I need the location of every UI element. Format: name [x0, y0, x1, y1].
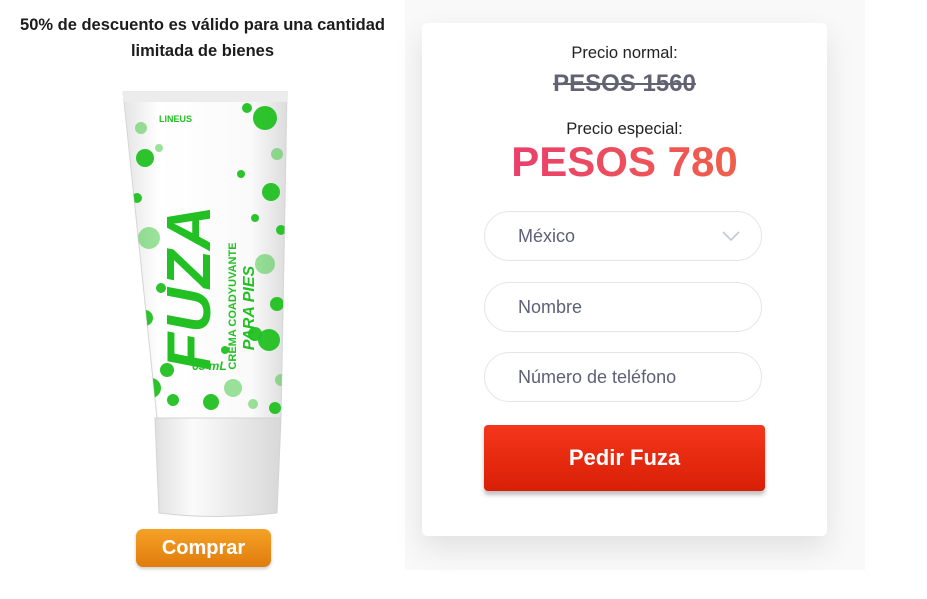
name-input[interactable] [484, 282, 762, 332]
buy-button[interactable]: Comprar [136, 529, 271, 567]
product-image: FUZA CREMA COADYUVANTE PARA PIES LINEUS … [115, 88, 295, 518]
bubble-decoration [253, 106, 277, 130]
order-card: Precio normal: PESOS 1560 Precio especia… [422, 23, 827, 536]
special-price: PESOS 780 [422, 138, 827, 186]
bubble-decoration [137, 310, 153, 326]
bubble-decoration [167, 394, 179, 406]
bubble-decoration [242, 103, 252, 113]
phone-input[interactable] [484, 352, 762, 402]
bubble-decoration [271, 148, 283, 160]
country-select[interactable]: México [484, 211, 762, 261]
bubble-decoration [141, 378, 161, 398]
bubble-decoration [129, 272, 141, 284]
bubble-decoration [255, 254, 275, 274]
product-maker-logo: LINEUS [159, 114, 192, 124]
normal-price: PESOS 1560 [553, 70, 696, 97]
bubble-decoration [141, 404, 149, 412]
country-value: México [518, 225, 576, 246]
special-price-label: Precio especial: [566, 120, 683, 138]
normal-price-label: Precio normal: [571, 44, 678, 62]
bubble-decoration [135, 122, 147, 134]
order-button[interactable]: Pedir Fuza [484, 425, 765, 491]
product-brand-name: FUZA [155, 205, 224, 370]
product-subtitle-2: PARA PIES [241, 265, 258, 350]
bubble-decoration [224, 379, 242, 397]
bubble-decoration [275, 374, 287, 386]
bubble-decoration [155, 144, 163, 152]
product-volume: 65 mL [192, 359, 227, 373]
bubble-decoration [269, 402, 281, 414]
promo-text: 50% de descuento es válido para una cant… [20, 16, 385, 60]
bubble-decoration [270, 297, 284, 311]
product-subtitle: CREMA COADYUVANTE [227, 242, 239, 369]
bubble-decoration [134, 345, 144, 355]
bubble-decoration [237, 170, 245, 178]
bubble-decoration [248, 399, 258, 409]
bubble-decoration [251, 214, 259, 222]
bubble-decoration [136, 149, 154, 167]
bubble-decoration [203, 394, 219, 410]
bubble-decoration [262, 183, 280, 201]
chevron-down-icon [722, 231, 740, 242]
